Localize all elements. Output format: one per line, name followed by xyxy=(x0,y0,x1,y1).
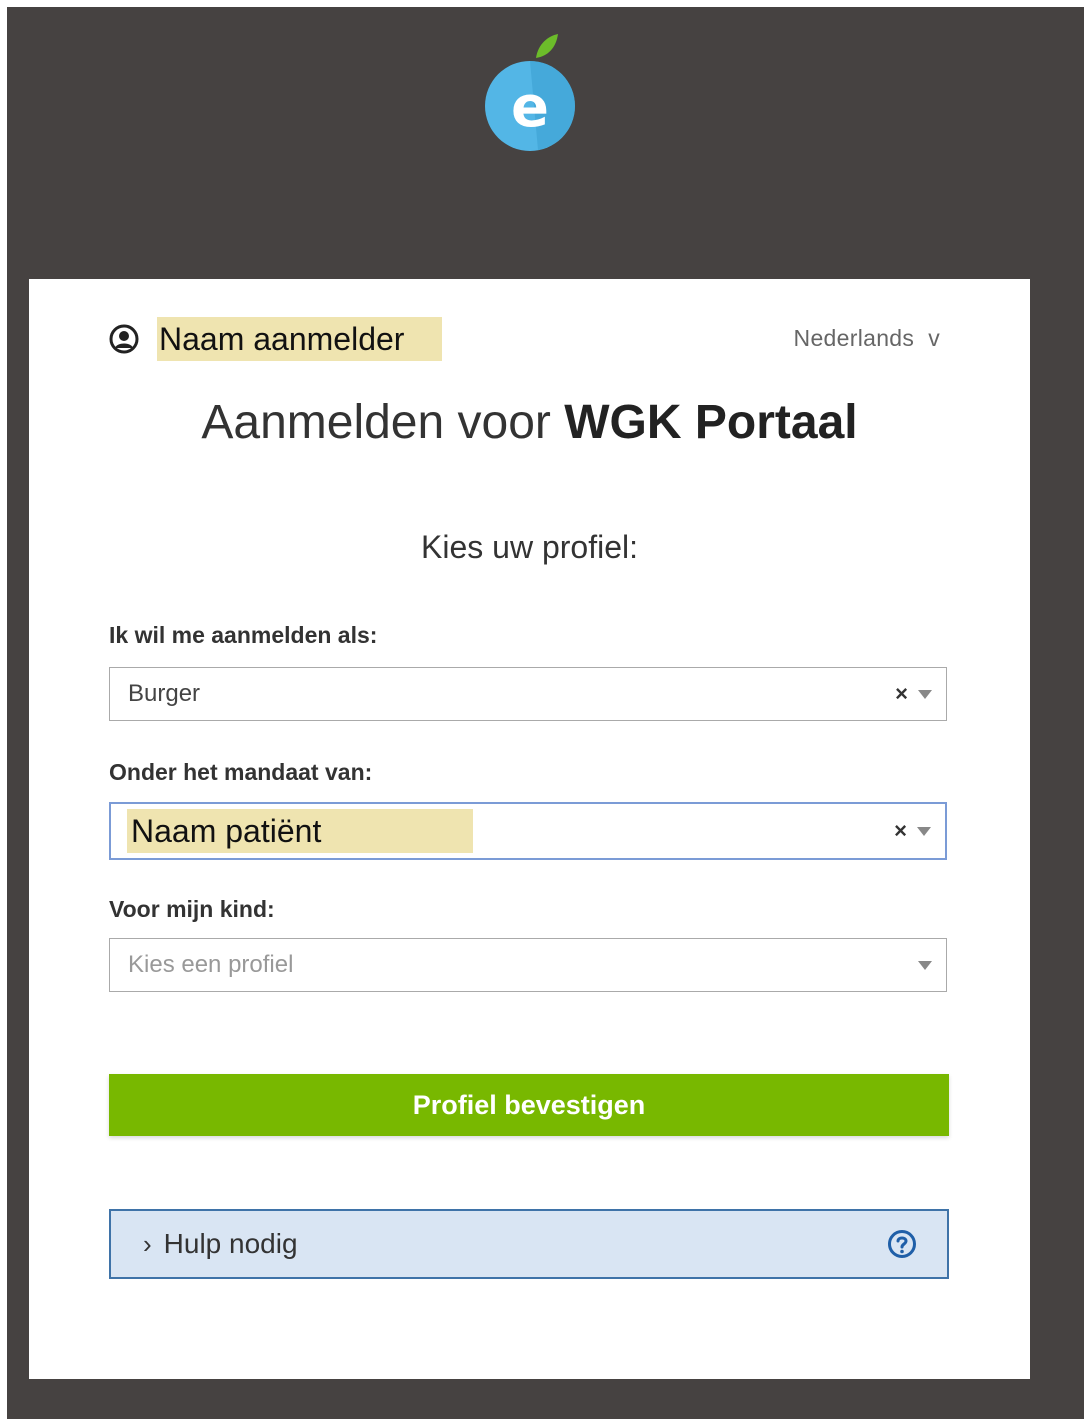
dropdown-arrow-icon[interactable] xyxy=(918,960,932,970)
login-as-value: Burger xyxy=(128,680,201,707)
title-prefix: Aanmelden voor xyxy=(201,396,565,449)
language-selector[interactable]: Nederlands v xyxy=(794,325,940,352)
dropdown-arrow-icon[interactable] xyxy=(918,689,932,699)
question-circle-icon[interactable] xyxy=(887,1229,917,1259)
title-app-name: WGK Portaal xyxy=(564,396,858,449)
language-label: Nederlands xyxy=(793,325,915,351)
user-account-icon xyxy=(109,324,139,354)
profile-subtitle: Kies uw profiel: xyxy=(421,529,638,565)
child-select[interactable]: Kies een profiel xyxy=(109,938,947,992)
login-card: Naam aanmelder Nederlands v Aanmelden voo… xyxy=(29,279,1030,1379)
confirm-profile-button[interactable]: Profiel bevestigen xyxy=(109,1074,949,1136)
clear-icon[interactable]: × xyxy=(894,818,907,844)
login-as-select[interactable]: Burger × xyxy=(109,667,947,721)
chevron-down-icon: v xyxy=(928,325,940,351)
help-panel[interactable]: › Hulp nodig xyxy=(109,1209,949,1279)
page-title: Aanmelden voor WGK Portaal xyxy=(29,395,1030,450)
child-placeholder: Kies een profiel xyxy=(128,951,294,978)
user-name: Naam aanmelder xyxy=(157,317,443,361)
child-label: Voor mijn kind: xyxy=(109,896,275,922)
chevron-right-icon: › xyxy=(143,1228,152,1259)
app-logo-icon: e xyxy=(485,34,575,151)
logo-letter: e xyxy=(511,75,549,140)
mandate-value: Naam patiënt xyxy=(127,809,474,853)
dropdown-arrow-icon[interactable] xyxy=(917,826,931,836)
help-label: Hulp nodig xyxy=(163,1228,298,1259)
login-as-label: Ik wil me aanmelden als: xyxy=(109,622,378,648)
clear-icon[interactable]: × xyxy=(895,681,908,707)
mandate-label: Onder het mandaat van: xyxy=(109,759,373,785)
user-info: Naam aanmelder xyxy=(109,317,443,361)
mandate-select[interactable]: Naam patiënt × xyxy=(109,802,947,860)
